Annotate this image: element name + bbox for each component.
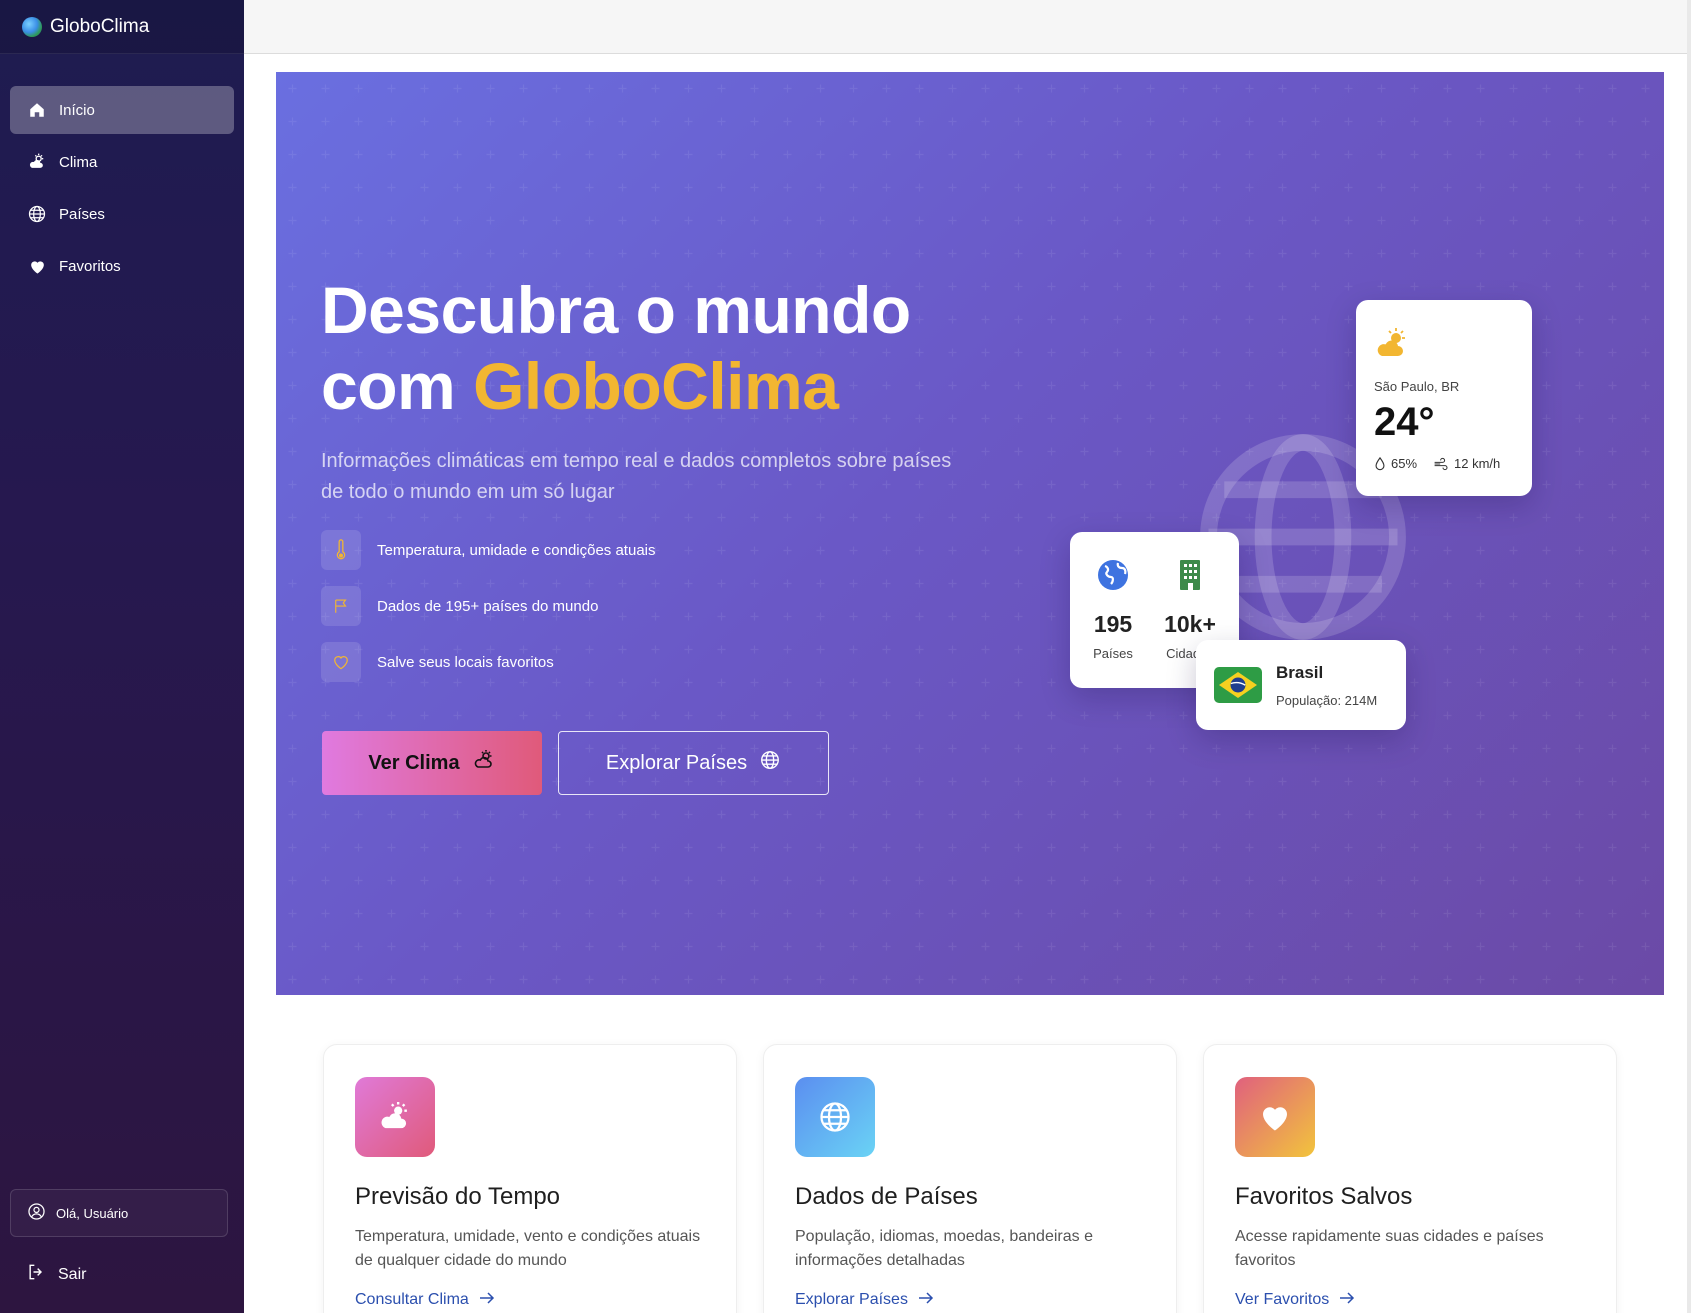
ver-favoritos-link[interactable]: Ver Favoritos [1235,1291,1355,1309]
feature-card-title: Dados de Países [795,1183,978,1210]
heart-outline-icon [321,642,361,682]
heart-icon [27,256,47,276]
sidebar-item-favoritos[interactable]: Favoritos [10,242,234,290]
arrow-right-icon [479,1291,495,1309]
sidebar-item-inicio[interactable]: Início [10,86,234,134]
hero-section: Descubra o mundo com GloboClima Informaç… [276,72,1664,995]
flag-icon [321,586,361,626]
user-circle-icon [27,1202,46,1224]
brand[interactable]: GloboClima [0,0,244,54]
heart-icon [1235,1077,1315,1157]
globe-logo-icon [22,16,42,37]
logout-label: Sair [58,1265,87,1283]
feature-card-favorites: Favoritos Salvos Acesse rapidamente suas… [1203,1044,1617,1313]
stat-countries: 195 Países [1092,558,1134,661]
sidebar-item-label: Países [59,205,105,223]
country-population: População: 214M [1276,692,1378,708]
droplet-icon [1375,456,1385,470]
hero-title-prefix: com [321,349,456,423]
feature-label: Temperatura, umidade e condições atuais [377,541,656,559]
weather-icon [472,748,496,778]
feature-card-title: Favoritos Salvos [1235,1183,1413,1210]
feature-card-countries: Dados de Países População, idiomas, moed… [763,1044,1177,1313]
sidebar-nav: Início Clima Países Favoritos [0,54,244,290]
weather-city: São Paulo, BR [1374,379,1460,394]
arrow-right-icon [918,1291,934,1309]
country-name: Brasil [1276,662,1324,682]
user-menu[interactable]: Olá, Usuário [10,1189,228,1237]
weather-icon [355,1077,435,1157]
weather-meta: 65% 12 km/h [1374,456,1514,471]
thermometer-icon [321,530,361,570]
building-icon [1180,560,1200,590]
feature-item-temperature: Temperatura, umidade e condições atuais [321,530,656,570]
sidebar-item-clima[interactable]: Clima [10,138,234,186]
ver-clima-label: Ver Clima [368,751,460,774]
explorar-paises-button[interactable]: Explorar Países [558,731,829,795]
sidebar-item-label: Início [59,101,95,119]
user-greeting: Olá, Usuário [56,1205,129,1221]
ver-clima-button[interactable]: Ver Clima [322,731,542,795]
country-card[interactable]: Brasil População: 214M [1196,640,1406,730]
hero-title: Descubra o mundo com GloboClima [321,272,911,424]
feature-card-weather: Previsão do Tempo Temperatura, umidade, … [323,1044,737,1313]
weather-card[interactable]: São Paulo, BR 24° 65% 12 km/h [1356,300,1532,496]
wind-readout: 12 km/h [1433,456,1500,471]
link-label: Explorar Países [795,1291,908,1308]
hero-title-line1: Descubra o mundo [321,273,911,347]
feature-label: Salve seus locais favoritos [377,653,554,671]
explorar-paises-label: Explorar Países [605,751,748,774]
hero-title-accent: GloboClima [473,349,839,423]
weather-icon [27,152,47,172]
feature-card-description: Acesse rapidamente suas cidades e países… [1235,1228,1544,1269]
feature-label: Dados de 195+ países do mundo [377,597,599,615]
sidebar-item-paises[interactable]: Países [10,190,234,238]
wind-value: 12 km/h [1454,456,1501,471]
earth-icon [1098,560,1128,590]
globe-icon [759,749,781,777]
hero-subtitle: Informações climáticas em tempo real e d… [321,450,952,503]
arrow-right-icon [1339,1291,1355,1309]
globe-icon [795,1077,875,1157]
scrollbar[interactable] [1687,0,1691,1313]
feature-card-title: Previsão do Tempo [355,1183,561,1210]
sidebar: GloboClima Início Clima Países Favoritos [0,0,244,1313]
wind-icon [1434,457,1448,470]
weather-temperature: 24° [1374,400,1435,444]
home-icon [27,100,47,120]
globe-icon [27,204,47,224]
countries-count: 195 [1093,611,1133,637]
sidebar-item-label: Clima [59,153,98,171]
logout-button[interactable]: Sair [26,1262,86,1287]
country-info: Brasil População: 214M [1276,663,1377,708]
top-bar [244,0,1687,54]
logout-icon [26,1262,46,1287]
cities-count: 10k+ [1164,611,1216,637]
feature-card-description: População, idiomas, moedas, bandeiras e … [795,1228,1093,1269]
feature-item-countries: Dados de 195+ países do mundo [321,586,598,626]
feature-card-description: Temperatura, umidade, vento e condições … [355,1228,701,1269]
humidity-value: 65% [1391,456,1418,471]
link-label: Ver Favoritos [1235,1291,1330,1308]
partly-sunny-icon [1374,328,1410,366]
sidebar-item-label: Favoritos [59,257,121,275]
brazil-flag-icon [1214,667,1262,703]
feature-item-favorites: Salve seus locais favoritos [321,642,554,682]
link-label: Consultar Clima [355,1291,469,1308]
consultar-clima-link[interactable]: Consultar Clima [355,1291,495,1309]
countries-label: Países [1093,646,1133,661]
explorar-paises-link[interactable]: Explorar Países [795,1291,934,1309]
app-name: GloboClima [50,15,150,37]
humidity-readout: 65% [1374,456,1417,471]
